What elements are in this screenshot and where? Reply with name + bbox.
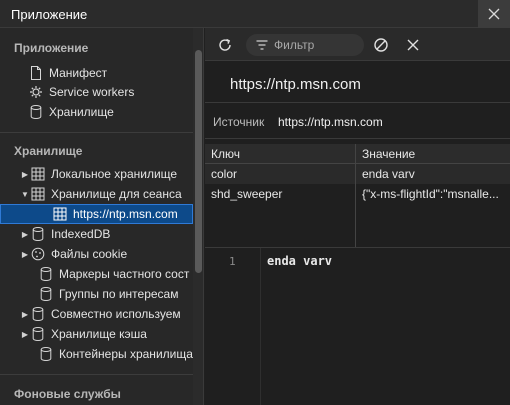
sidebar-item-label: Манифест bbox=[49, 66, 108, 80]
sidebar-item-cache-storage[interactable]: ▶ Хранилище кэша bbox=[0, 324, 193, 344]
table-icon bbox=[52, 206, 68, 222]
chevron-right-icon[interactable]: ▶ bbox=[20, 230, 30, 239]
filter-input[interactable] bbox=[274, 38, 354, 52]
sidebar-item-session-origin[interactable]: https://ntp.msn.com bbox=[0, 204, 193, 224]
section-title-application: Приложение bbox=[14, 41, 89, 55]
section-title-storage: Хранилище bbox=[14, 144, 83, 158]
sidebar-item-label: Хранилище для сеанса bbox=[51, 187, 182, 201]
sidebar-item-storage-buckets[interactable]: Контейнеры хранилища bbox=[0, 344, 193, 364]
chevron-right-icon[interactable]: ▶ bbox=[20, 310, 30, 319]
sidebar-item-local-storage[interactable]: ▶ Локальное хранилище bbox=[0, 164, 193, 184]
toolbar bbox=[205, 28, 510, 61]
divider bbox=[205, 102, 510, 103]
sidebar-item-label: IndexedDB bbox=[51, 227, 111, 241]
filter-box[interactable] bbox=[246, 34, 364, 56]
scrollbar-thumb[interactable] bbox=[195, 50, 202, 273]
sidebar-item-cookies[interactable]: ▶ Файлы cookie bbox=[0, 244, 193, 264]
column-header-key[interactable]: Ключ bbox=[205, 144, 355, 164]
line-number: 1 bbox=[229, 255, 236, 268]
table-row[interactable]: color enda varv bbox=[205, 164, 510, 184]
column-divider[interactable] bbox=[355, 144, 356, 247]
sidebar-scrollbar[interactable] bbox=[193, 28, 203, 405]
table-header: Ключ Значение bbox=[205, 144, 510, 164]
value-cell[interactable]: {"x-ms-flightId":"msnalle... bbox=[356, 184, 510, 204]
database-icon bbox=[38, 266, 54, 282]
sidebar-item-label: Локальное хранилище bbox=[51, 167, 178, 181]
window-title: Приложение bbox=[11, 7, 88, 22]
sidebar-item-storage[interactable]: Хранилище bbox=[0, 102, 193, 122]
key-cell[interactable]: color bbox=[205, 164, 355, 184]
sidebar-item-label: https://ntp.msn.com bbox=[73, 207, 178, 221]
section-title-background-services: Фоновые службы bbox=[14, 387, 121, 401]
sidebar-divider bbox=[0, 132, 193, 133]
main-panel: https://ntp.msn.com Источник https://ntp… bbox=[205, 28, 510, 405]
sidebar-item-label: Хранилище bbox=[49, 105, 114, 119]
chevron-down-icon[interactable]: ▼ bbox=[20, 190, 30, 199]
source-label: Источник bbox=[213, 115, 265, 129]
database-icon bbox=[30, 306, 46, 322]
document-icon bbox=[28, 65, 44, 81]
sidebar: Приложение Манифест Service workers Хран… bbox=[0, 28, 204, 405]
database-icon bbox=[30, 326, 46, 342]
source-value: https://ntp.msn.com bbox=[278, 115, 383, 129]
title-bar: Приложение bbox=[0, 0, 510, 28]
column-header-value[interactable]: Значение bbox=[356, 144, 510, 164]
sidebar-item-label: Service workers bbox=[49, 85, 135, 99]
cookie-icon bbox=[30, 246, 46, 262]
chevron-right-icon[interactable]: ▶ bbox=[20, 330, 30, 339]
sidebar-item-interest-groups[interactable]: Группы по интересам bbox=[0, 284, 193, 304]
divider bbox=[205, 138, 510, 139]
sidebar-item-label: Группы по интересам bbox=[59, 287, 179, 301]
close-icon bbox=[488, 8, 500, 20]
database-icon bbox=[28, 104, 44, 120]
delete-selected-button[interactable] bbox=[403, 35, 423, 55]
sidebar-item-shared-storage[interactable]: ▶ Совместно используем bbox=[0, 304, 193, 324]
chevron-right-icon[interactable]: ▶ bbox=[20, 170, 30, 179]
database-icon bbox=[30, 226, 46, 242]
sidebar-item-service-workers[interactable]: Service workers bbox=[0, 82, 193, 102]
sidebar-item-label: Хранилище кэша bbox=[51, 327, 147, 341]
table-icon bbox=[30, 166, 46, 182]
sidebar-item-private-state-tokens[interactable]: Маркеры частного сост bbox=[0, 264, 193, 284]
close-icon bbox=[407, 39, 419, 51]
table-icon bbox=[30, 186, 46, 202]
preview-content[interactable]: enda varv bbox=[267, 254, 332, 268]
key-cell[interactable]: shd_sweeper bbox=[205, 184, 355, 204]
line-gutter bbox=[260, 248, 261, 405]
value-preview-editor[interactable]: 1 enda varv bbox=[205, 247, 510, 405]
clear-all-button[interactable] bbox=[371, 35, 391, 55]
value-cell[interactable]: enda varv bbox=[356, 164, 510, 184]
clear-icon bbox=[374, 38, 388, 52]
gear-icon bbox=[28, 84, 44, 100]
database-icon bbox=[38, 346, 54, 362]
refresh-icon bbox=[219, 38, 231, 51]
sidebar-item-label: Контейнеры хранилища bbox=[59, 347, 193, 361]
chevron-right-icon[interactable]: ▶ bbox=[20, 250, 30, 259]
sidebar-item-indexeddb[interactable]: ▶ IndexedDB bbox=[0, 224, 193, 244]
sidebar-divider bbox=[0, 374, 193, 375]
storage-table: Ключ Значение color enda varv shd_sweepe… bbox=[205, 144, 510, 247]
origin-title: https://ntp.msn.com bbox=[230, 76, 361, 93]
filter-icon bbox=[256, 40, 268, 50]
sidebar-item-label: Маркеры частного сост bbox=[59, 267, 190, 281]
sidebar-item-label: Файлы cookie bbox=[51, 247, 128, 261]
database-icon bbox=[38, 286, 54, 302]
table-row[interactable]: shd_sweeper {"x-ms-flightId":"msnalle... bbox=[205, 184, 510, 204]
refresh-button[interactable] bbox=[215, 35, 235, 55]
sidebar-item-session-storage[interactable]: ▼ Хранилище для сеанса bbox=[0, 184, 193, 204]
close-window-button[interactable] bbox=[478, 0, 510, 28]
sidebar-item-manifest[interactable]: Манифест bbox=[0, 63, 193, 83]
sidebar-item-label: Совместно используем bbox=[51, 307, 181, 321]
